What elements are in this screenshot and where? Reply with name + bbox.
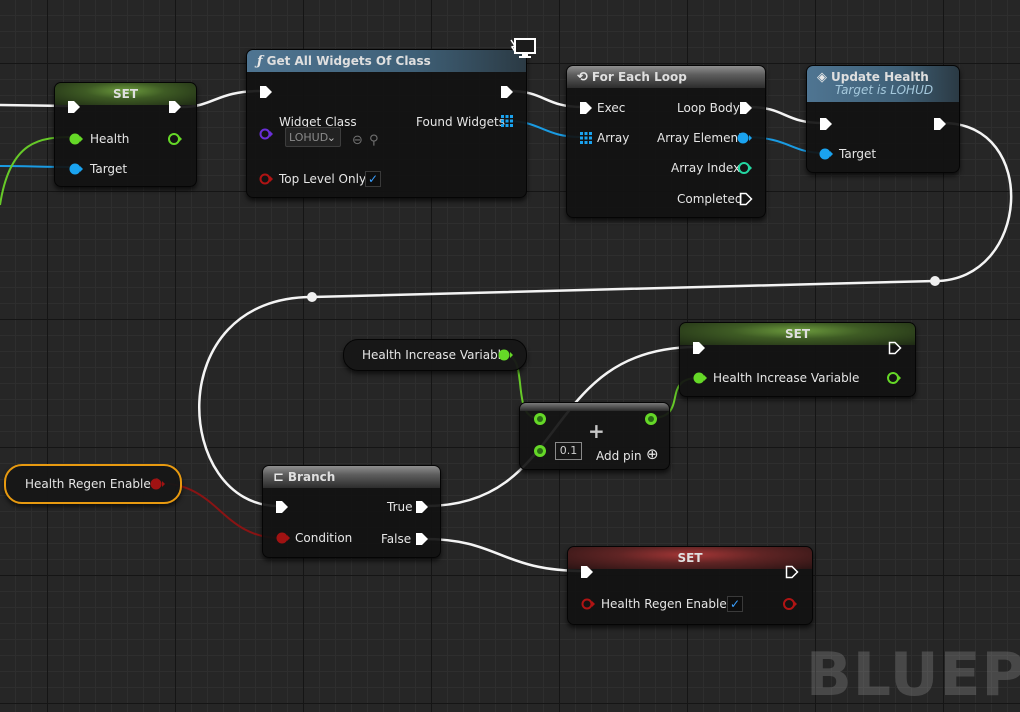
widget-class-dropdown[interactable]: LOHUD ⌄ <box>285 127 341 147</box>
bool-out-pin[interactable] <box>782 597 798 611</box>
exec-wire <box>423 537 586 573</box>
monitor-icon <box>510 38 536 58</box>
pin-label: False <box>381 532 412 546</box>
integer-out-pin[interactable] <box>737 161 753 175</box>
pin-label: Target <box>839 147 877 161</box>
node-header: SET <box>680 323 915 345</box>
array-out-pin[interactable] <box>501 115 513 127</box>
node-title: For Each Loop <box>591 70 687 84</box>
pin-label: Array <box>597 131 630 145</box>
node-header: ⊏ Branch <box>263 466 440 488</box>
add-pin-icon[interactable]: ⊕ <box>646 447 659 462</box>
browse-arrow-icon[interactable]: ⊖ <box>352 134 363 148</box>
node-title: Branch <box>287 470 336 484</box>
pin-label: Loop Body <box>677 101 740 115</box>
loop-icon: ⟲ <box>577 70 588 85</box>
exec-out-pin[interactable] <box>415 500 429 514</box>
object-in-pin[interactable] <box>819 147 833 161</box>
node-title: Get All Widgets Of Class <box>266 54 431 68</box>
node-header: ◈ Update Health Target is LOHUD <box>807 66 959 102</box>
node-title: SET <box>784 327 811 341</box>
plus-icon: + <box>588 419 605 443</box>
float-in-pin[interactable] <box>532 411 548 427</box>
float-in-pin[interactable] <box>532 443 548 459</box>
health-regen-enabled-getter[interactable]: Health Regen Enabled <box>4 464 182 504</box>
pin-label: Completed <box>677 192 743 206</box>
pin-label: Array Element <box>657 131 743 145</box>
exec-in-pin[interactable] <box>579 101 593 115</box>
reroute-knot <box>930 276 940 286</box>
exec-out-pin[interactable] <box>500 85 514 99</box>
bool-out-pin[interactable] <box>150 477 166 491</box>
node-subtitle: Target is LOHUD <box>835 83 934 97</box>
set-health-regen-node[interactable]: SET Health Regen Enabled ✓ <box>567 546 813 625</box>
add-float-node[interactable]: 0.1 + Add pin ⊕ <box>519 402 670 470</box>
exec-out-pin[interactable] <box>415 532 429 546</box>
class-in-pin[interactable] <box>259 127 273 141</box>
bool-in-pin[interactable] <box>259 172 273 186</box>
health-increase-variable-getter[interactable]: Health Increase Variable <box>343 339 527 371</box>
bool-in-pin[interactable] <box>581 597 595 611</box>
float-out-pin[interactable] <box>498 348 514 362</box>
search-icon[interactable]: ⚲ <box>369 134 379 148</box>
exec-out-pin[interactable] <box>933 117 947 131</box>
exec-out-pin[interactable] <box>739 192 753 206</box>
top-level-only-checkbox[interactable]: ✓ <box>365 171 381 187</box>
pin-label: Health Increase Variable <box>713 371 860 385</box>
bool-in-pin[interactable] <box>276 531 290 545</box>
exec-out-pin[interactable] <box>739 101 753 115</box>
blueprint-watermark: BLUEPRI <box>806 640 1020 710</box>
exec-in-pin[interactable] <box>259 85 273 99</box>
exec-in-pin[interactable] <box>275 500 289 514</box>
node-header: SET <box>568 547 812 569</box>
node-title: SET <box>677 551 703 565</box>
exec-in-pin[interactable] <box>67 100 81 114</box>
chevron-down-icon: ⌄ <box>326 131 336 144</box>
node-title: Update Health <box>831 70 929 84</box>
set-health-increase-node[interactable]: SET Health Increase Variable <box>679 322 916 397</box>
node-title: SET <box>112 87 139 101</box>
update-health-node[interactable]: ◈ Update Health Target is LOHUD Target <box>806 65 960 173</box>
float-out-pin[interactable] <box>643 411 659 427</box>
branch-node[interactable]: ⊏ Branch True Condition False <box>262 465 441 558</box>
pin-label: Condition <box>295 531 353 545</box>
reroute-knot <box>307 292 317 302</box>
exec-in-pin[interactable] <box>819 117 833 131</box>
function-icon: ƒ <box>257 54 263 69</box>
exec-in-pin[interactable] <box>692 341 706 355</box>
node-header: ƒ Get All Widgets Of Class <box>247 50 526 72</box>
pin-label: Top Level Only <box>279 172 367 186</box>
exec-out-pin[interactable] <box>888 341 902 355</box>
pin-label: Exec <box>597 101 626 115</box>
add-pin-label[interactable]: Add pin <box>596 449 642 463</box>
node-header <box>520 403 669 411</box>
object-in-pin[interactable] <box>69 162 83 176</box>
pin-label: Found Widgets <box>416 115 505 129</box>
health-regen-checkbox[interactable]: ✓ <box>727 596 743 612</box>
float-in-pin[interactable] <box>69 132 83 146</box>
float-in-pin[interactable] <box>693 371 707 385</box>
for-each-loop-node[interactable]: ⟲ For Each Loop Exec Loop Body Array Arra… <box>566 65 766 218</box>
set-health-node[interactable]: SET Health Target <box>54 82 197 187</box>
float-out-pin[interactable] <box>886 371 902 385</box>
pin-label: Health <box>90 132 130 146</box>
exec-out-pin[interactable] <box>168 100 182 114</box>
event-diamond-icon: ◈ <box>817 70 827 85</box>
object-out-pin[interactable] <box>737 131 753 145</box>
get-all-widgets-node[interactable]: ƒ Get All Widgets Of Class Widget Class L… <box>246 38 536 198</box>
pin-label: Health Regen Enabled <box>601 597 735 611</box>
float-out-pin[interactable] <box>167 132 183 146</box>
variable-label: Health Increase Variable <box>362 348 509 362</box>
pin-label: True <box>387 500 413 514</box>
exec-in-pin[interactable] <box>580 565 594 579</box>
node-header: ⟲ For Each Loop <box>567 66 765 88</box>
pin-label: Array Index <box>671 161 741 175</box>
array-in-pin[interactable] <box>580 132 592 144</box>
float-value-box[interactable]: 0.1 <box>555 442 582 460</box>
variable-label: Health Regen Enabled <box>25 477 159 491</box>
pin-label: Target <box>90 162 128 176</box>
exec-out-pin[interactable] <box>785 565 799 579</box>
branch-icon: ⊏ <box>273 470 284 485</box>
